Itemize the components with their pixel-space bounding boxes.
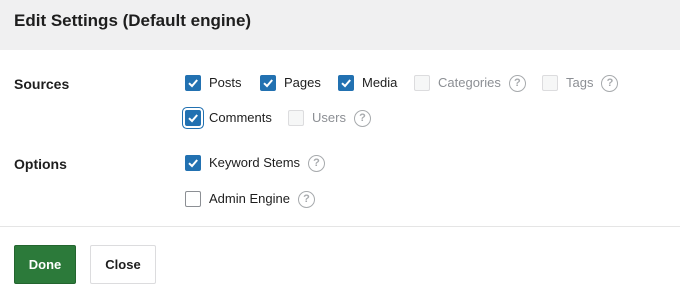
categories-label: Categories (438, 75, 501, 90)
footer-divider (0, 226, 680, 227)
close-button[interactable]: Close (90, 245, 156, 284)
tags-checkbox[interactable] (542, 75, 558, 91)
options-label: Options (14, 156, 67, 172)
dialog-header: Edit Settings (Default engine) (0, 0, 680, 50)
pages-label: Pages (284, 75, 321, 90)
keyword-stems-label: Keyword Stems (209, 155, 301, 170)
sources-label: Sources (14, 76, 70, 92)
option-admin-engine[interactable]: Admin Engine ? (185, 188, 315, 210)
media-label: Media (362, 75, 398, 90)
checkmark-icon (341, 79, 351, 88)
admin-engine-checkbox[interactable] (185, 191, 201, 207)
source-tags-option[interactable]: Tags ? (542, 72, 619, 94)
source-comments-option[interactable]: Comments (185, 107, 272, 129)
users-help-icon[interactable]: ? (353, 109, 371, 127)
keyword-stems-checkbox[interactable] (185, 155, 201, 171)
admin-engine-help-icon[interactable]: ? (297, 190, 315, 208)
source-users-option[interactable]: Users ? (288, 107, 371, 129)
dialog-title: Edit Settings (Default engine) (14, 11, 252, 30)
categories-help-icon[interactable]: ? (508, 74, 526, 92)
source-posts-option[interactable]: Posts (185, 72, 242, 94)
done-button[interactable]: Done (14, 245, 76, 284)
tags-help-icon[interactable]: ? (601, 74, 619, 92)
checkmark-icon (188, 114, 198, 123)
source-categories-option[interactable]: Categories ? (414, 72, 526, 94)
comments-label: Comments (209, 110, 272, 125)
users-checkbox[interactable] (288, 110, 304, 126)
users-label: Users (312, 110, 346, 125)
checkmark-icon (263, 79, 273, 88)
tags-label: Tags (566, 75, 594, 90)
keyword-stems-help-icon[interactable]: ? (308, 154, 326, 172)
media-checkbox[interactable] (338, 75, 354, 91)
posts-checkbox[interactable] (185, 75, 201, 91)
source-media-option[interactable]: Media (338, 72, 397, 94)
comments-checkbox[interactable] (185, 110, 201, 126)
categories-checkbox[interactable] (414, 75, 430, 91)
posts-label: Posts (209, 75, 242, 90)
option-keyword-stems[interactable]: Keyword Stems ? (185, 152, 326, 174)
checkmark-icon (188, 79, 198, 88)
admin-engine-label: Admin Engine (209, 191, 290, 206)
source-pages-option[interactable]: Pages (260, 72, 321, 94)
checkmark-icon (188, 159, 198, 168)
pages-checkbox[interactable] (260, 75, 276, 91)
